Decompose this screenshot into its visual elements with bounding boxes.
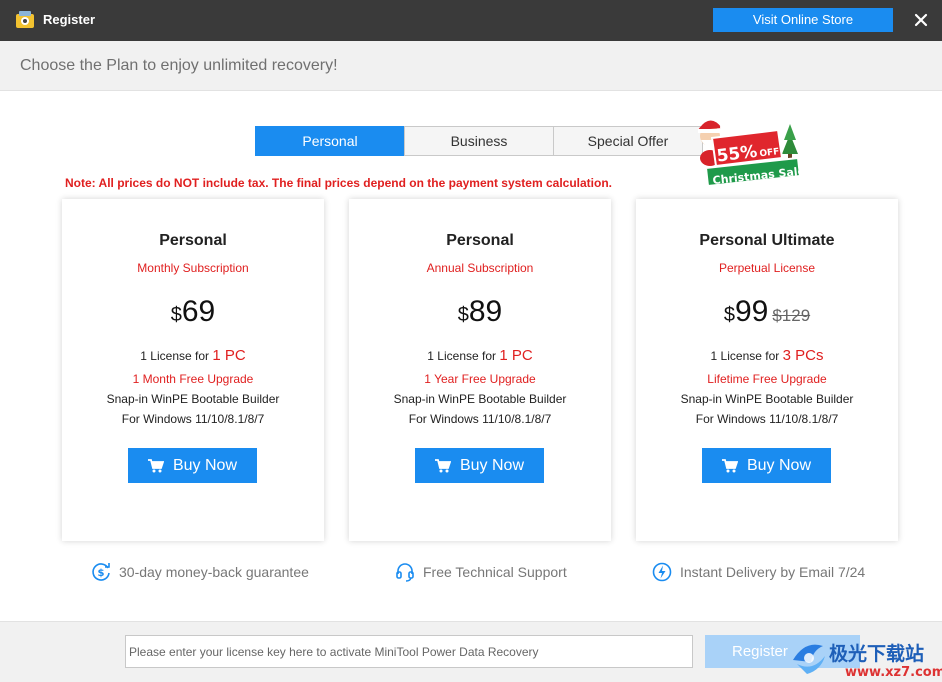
plan-price: $99 $129 (636, 295, 898, 329)
license-info: 1 License for 3 PCs (636, 347, 898, 364)
currency-symbol: $ (170, 304, 182, 326)
license-count: 1 PC (499, 347, 533, 364)
benefit-label: 30-day money-back guarantee (119, 564, 309, 580)
license-count: 1 PC (212, 347, 246, 364)
buy-now-label: Buy Now (746, 456, 812, 474)
benefit-money-back: $ 30-day money-back guarantee (91, 561, 309, 583)
window-title: Register (43, 12, 96, 27)
watermark-logo-icon (793, 644, 825, 674)
subheader-text: Choose the Plan to enjoy unlimited recov… (20, 57, 338, 74)
license-prefix: 1 License for (140, 349, 213, 363)
visit-online-store-button[interactable]: Visit Online Store (713, 8, 893, 32)
tab-business[interactable]: Business (404, 126, 554, 156)
upgrade-info: 1 Year Free Upgrade (424, 372, 536, 386)
money-back-icon: $ (92, 563, 110, 581)
old-price: $129 (772, 306, 811, 325)
plan-price: $89 (349, 295, 611, 329)
upgrade-info: 1 Month Free Upgrade (132, 372, 254, 386)
feature-windows: For Windows 11/10/8.1/8/7 (121, 412, 265, 426)
benefit-label: Free Technical Support (423, 564, 567, 580)
buy-now-label: Buy Now (172, 456, 238, 474)
buy-now-button-ultimate[interactable]: Buy Now (702, 448, 831, 483)
plan-tabs: Personal Business Special Offer (255, 126, 703, 156)
license-info: 1 License for 1 PC (349, 347, 611, 364)
license-prefix: 1 License for (427, 349, 500, 363)
headset-icon (396, 563, 414, 582)
plan-subscription-type: Monthly Subscription (137, 261, 249, 275)
plan-title: Personal (159, 232, 227, 249)
currency-symbol: $ (457, 304, 469, 326)
benefit-support: Free Technical Support (395, 561, 567, 583)
close-icon[interactable] (912, 11, 930, 29)
license-prefix: 1 License for (710, 349, 783, 363)
cart-icon (147, 458, 164, 472)
price-value: 99 (734, 295, 769, 328)
feature-windows: For Windows 11/10/8.1/8/7 (408, 412, 552, 426)
app-logo-icon (16, 11, 34, 28)
christmas-sale-badge: 55%OFF Christmas Sale (698, 120, 804, 187)
lightning-icon (652, 562, 672, 582)
subheader: Choose the Plan to enjoy unlimited recov… (0, 41, 942, 91)
plan-title: Personal Ultimate (699, 232, 835, 249)
buy-now-label: Buy Now (459, 456, 525, 474)
feature-windows: For Windows 11/10/8.1/8/7 (695, 412, 839, 426)
license-info: 1 License for 1 PC (62, 347, 324, 364)
plan-card-ultimate: Personal Ultimate Perpetual License $99 $… (636, 199, 898, 541)
plan-subscription-type: Annual Subscription (426, 261, 534, 275)
buy-now-button-monthly[interactable]: Buy Now (128, 448, 257, 483)
site-watermark: 极光下载站 www.xz7.com (793, 642, 942, 680)
plan-title: Personal (446, 232, 514, 249)
watermark-name: 极光下载站 (829, 642, 924, 665)
feature-winpe: Snap-in WinPE Bootable Builder (106, 392, 280, 406)
plan-subscription-type: Perpetual License (718, 261, 816, 275)
feature-winpe: Snap-in WinPE Bootable Builder (393, 392, 567, 406)
title-bar: Register Visit Online Store (0, 0, 942, 41)
plan-price: $69 (62, 295, 324, 329)
license-key-input[interactable] (125, 635, 693, 668)
benefit-delivery: Instant Delivery by Email 7/24 (652, 561, 865, 583)
price-value: 69 (181, 295, 216, 328)
svg-text:$: $ (98, 568, 105, 579)
cart-icon (434, 458, 451, 472)
tax-note: Note: All prices do NOT include tax. The… (65, 176, 613, 190)
tab-personal[interactable]: Personal (255, 126, 405, 156)
feature-winpe: Snap-in WinPE Bootable Builder (680, 392, 854, 406)
benefit-label: Instant Delivery by Email 7/24 (680, 564, 866, 580)
buy-now-button-annual[interactable]: Buy Now (415, 448, 544, 483)
currency-symbol: $ (723, 304, 735, 326)
watermark-url: www.xz7.com (845, 665, 942, 680)
plan-card-monthly: Personal Monthly Subscription $69 1 Lice… (62, 199, 324, 541)
license-count: 3 PCs (782, 347, 824, 364)
price-value: 89 (468, 295, 503, 328)
cart-icon (721, 458, 738, 472)
upgrade-info: Lifetime Free Upgrade (707, 372, 827, 386)
tab-special-offer[interactable]: Special Offer (553, 126, 703, 156)
plan-card-annual: Personal Annual Subscription $89 1 Licen… (349, 199, 611, 541)
